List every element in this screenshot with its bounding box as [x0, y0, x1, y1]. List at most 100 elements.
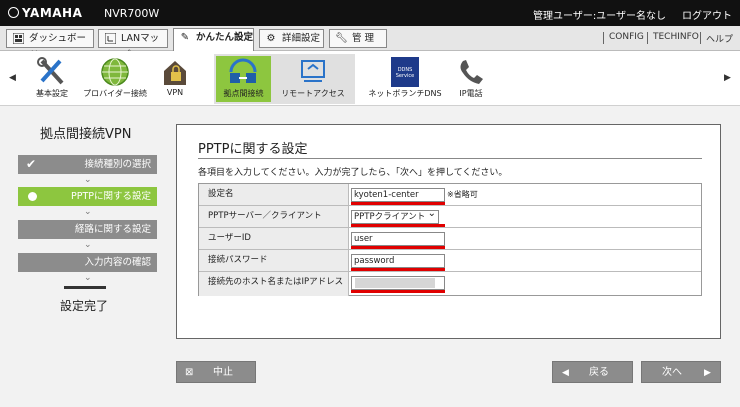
back-button[interactable]: ◀ 戻る [552, 361, 633, 383]
redacted-value [355, 278, 435, 288]
close-box-icon: ⊠ [185, 367, 194, 378]
nav-netvolante-dns[interactable]: DDNS Service ネットボランチDNS [365, 51, 445, 106]
yamaha-logo: YAMAHA [8, 6, 82, 20]
globe-icon [100, 57, 130, 87]
lock-house-icon [160, 57, 190, 87]
map-icon [104, 32, 116, 45]
step-label: 入力内容の確認 [84, 257, 151, 268]
tab-lan-map[interactable]: LANマップ [98, 29, 168, 61]
grid-icon [12, 32, 24, 45]
step-confirm: 入力内容の確認 [18, 253, 157, 272]
arrow-left-icon: ◀ [562, 368, 569, 378]
model-name: NVR700W [104, 7, 160, 20]
tab-advanced[interactable]: ⚙ 詳細設定 [259, 29, 324, 48]
tab-easy-setup[interactable]: ✎ かんたん設定 [173, 28, 254, 52]
nav-provider[interactable]: プロバイダー接続 [80, 51, 150, 106]
form-row-remote-host: 接続先のホスト名またはIPアドレス [199, 272, 701, 296]
nav-provider-label: プロバイダー接続 [83, 89, 147, 98]
wand-icon: ✎ [180, 32, 190, 43]
tools-icon [36, 57, 66, 87]
step-route-settings: 経路に関する設定 [18, 220, 157, 239]
nav-basic-settings[interactable]: 基本設定 [22, 51, 82, 106]
logo-text: YAMAHA [22, 6, 83, 20]
nav-ip-phone-label: IP電話 [459, 89, 483, 98]
tab-advanced-label: 詳細設定 [282, 33, 321, 44]
dns-icon: DDNS Service [391, 57, 419, 87]
step-complete: 設定完了 [60, 299, 109, 313]
tab-management[interactable]: 🔧︎ 管 理 [329, 29, 387, 48]
tuning-fork-icon [8, 7, 19, 18]
nav-netvolante-dns-label: ネットボランチDNS [368, 89, 442, 98]
nav-remote-access[interactable]: リモートアクセス [273, 51, 353, 106]
remote-icon [298, 57, 328, 87]
divider [603, 32, 604, 44]
divider [700, 32, 701, 44]
next-button[interactable]: 次へ ▶ [641, 361, 721, 383]
settings-panel: PPTPに関する設定 各項目を入力してください。入力が完了したら、「次へ」を押し… [176, 124, 721, 339]
current-step-dot-icon [28, 192, 37, 201]
password-input[interactable]: password [351, 254, 445, 268]
highlight-underline [351, 268, 445, 271]
wrench-icon: 🔧︎ [335, 33, 348, 44]
nav-ip-phone[interactable]: IP電話 [451, 51, 491, 106]
completion-divider [64, 286, 106, 289]
help-link[interactable]: ヘルプ [706, 32, 733, 45]
chevron-down-icon: ⌄ [84, 207, 92, 217]
panel-instructions: 各項目を入力してください。入力が完了したら、「次へ」を押してください。 [198, 168, 508, 178]
logout-link[interactable]: ログアウト [682, 7, 732, 22]
phone-icon [456, 57, 486, 87]
chevron-down-icon: ⌄ [84, 273, 92, 283]
server-client-label: PPTPサーバー／クライアント [199, 206, 349, 227]
techinfo-link[interactable]: TECHINFO [653, 32, 699, 42]
cancel-button[interactable]: ⊠ 中止 [176, 361, 256, 383]
scroll-right-icon[interactable]: ▶ [724, 73, 731, 83]
highlight-underline [351, 202, 445, 205]
checkmark-icon: ✔ [26, 157, 37, 171]
password-label: 接続パスワード [199, 250, 349, 271]
user-id-label: ユーザーID [199, 228, 349, 249]
pptp-form: 設定名 kyoten1-center ※省略可 PPTPサーバー／クライアント … [198, 183, 702, 296]
chevron-down-icon: ⌄ [84, 175, 92, 185]
nav-site-to-site[interactable]: 拠点間接続 [216, 51, 271, 106]
tab-bar: ダッシュボード LANマップ ✎ かんたん設定 ⚙ 詳細設定 🔧︎ 管 理 CO… [0, 26, 740, 61]
step-connection-type: ✔ 接続種別の選択 [18, 155, 157, 174]
back-label: 戻る [589, 367, 609, 378]
highlight-underline [351, 246, 445, 249]
step-pptp-settings: PPTPに関する設定 [18, 187, 157, 206]
feature-icon-bar: ◀ ▶ 基本設定 プロバイダー接続 VPN 拠点間接続 リモートアクセス DDN… [0, 51, 740, 106]
form-row-user-id: ユーザーID user [199, 228, 701, 250]
tab-easy-setup-label: かんたん設定 [196, 32, 254, 43]
remote-host-label: 接続先のホスト名またはIPアドレス [199, 272, 349, 296]
scroll-left-icon[interactable]: ◀ [9, 73, 16, 83]
nav-site-to-site-label: 拠点間接続 [223, 89, 264, 98]
top-bar: YAMAHA NVR700W 管理ユーザー:ユーザー名なし ログアウト [0, 0, 740, 26]
divider [647, 32, 648, 44]
cancel-label: 中止 [213, 367, 233, 378]
wizard-title: 拠点間接続VPN [40, 127, 132, 142]
nav-basic-settings-label: 基本設定 [36, 89, 68, 98]
config-link[interactable]: CONFIG [609, 32, 644, 42]
user-id-input[interactable]: user [351, 232, 445, 246]
form-row-setting-name: 設定名 kyoten1-center ※省略可 [199, 184, 701, 206]
highlight-underline [351, 290, 445, 293]
step-label: PPTPに関する設定 [71, 191, 151, 202]
tab-dashboard[interactable]: ダッシュボード [6, 29, 94, 61]
panel-title: PPTPに関する設定 [198, 142, 308, 157]
title-divider [198, 158, 702, 159]
highlight-underline [351, 224, 445, 227]
form-row-server-client: PPTPサーバー／クライアント PPTPクライアント [199, 206, 701, 228]
setting-name-label: 設定名 [199, 184, 349, 205]
optional-note: ※省略可 [447, 190, 478, 199]
setting-name-input[interactable]: kyoten1-center [351, 188, 445, 202]
sites-icon [228, 57, 258, 87]
step-label: 経路に関する設定 [74, 224, 151, 235]
nav-vpn[interactable]: VPN [155, 51, 195, 106]
step-label: 接続種別の選択 [84, 159, 151, 170]
tab-management-label: 管 理 [352, 33, 375, 44]
nav-vpn-label: VPN [166, 88, 184, 97]
arrow-right-icon: ▶ [704, 368, 711, 378]
admin-user-label: 管理ユーザー:ユーザー名なし [533, 11, 666, 22]
form-row-password: 接続パスワード password [199, 250, 701, 272]
nav-remote-access-label: リモートアクセス [281, 89, 345, 98]
server-client-select[interactable]: PPTPクライアント [351, 208, 439, 224]
